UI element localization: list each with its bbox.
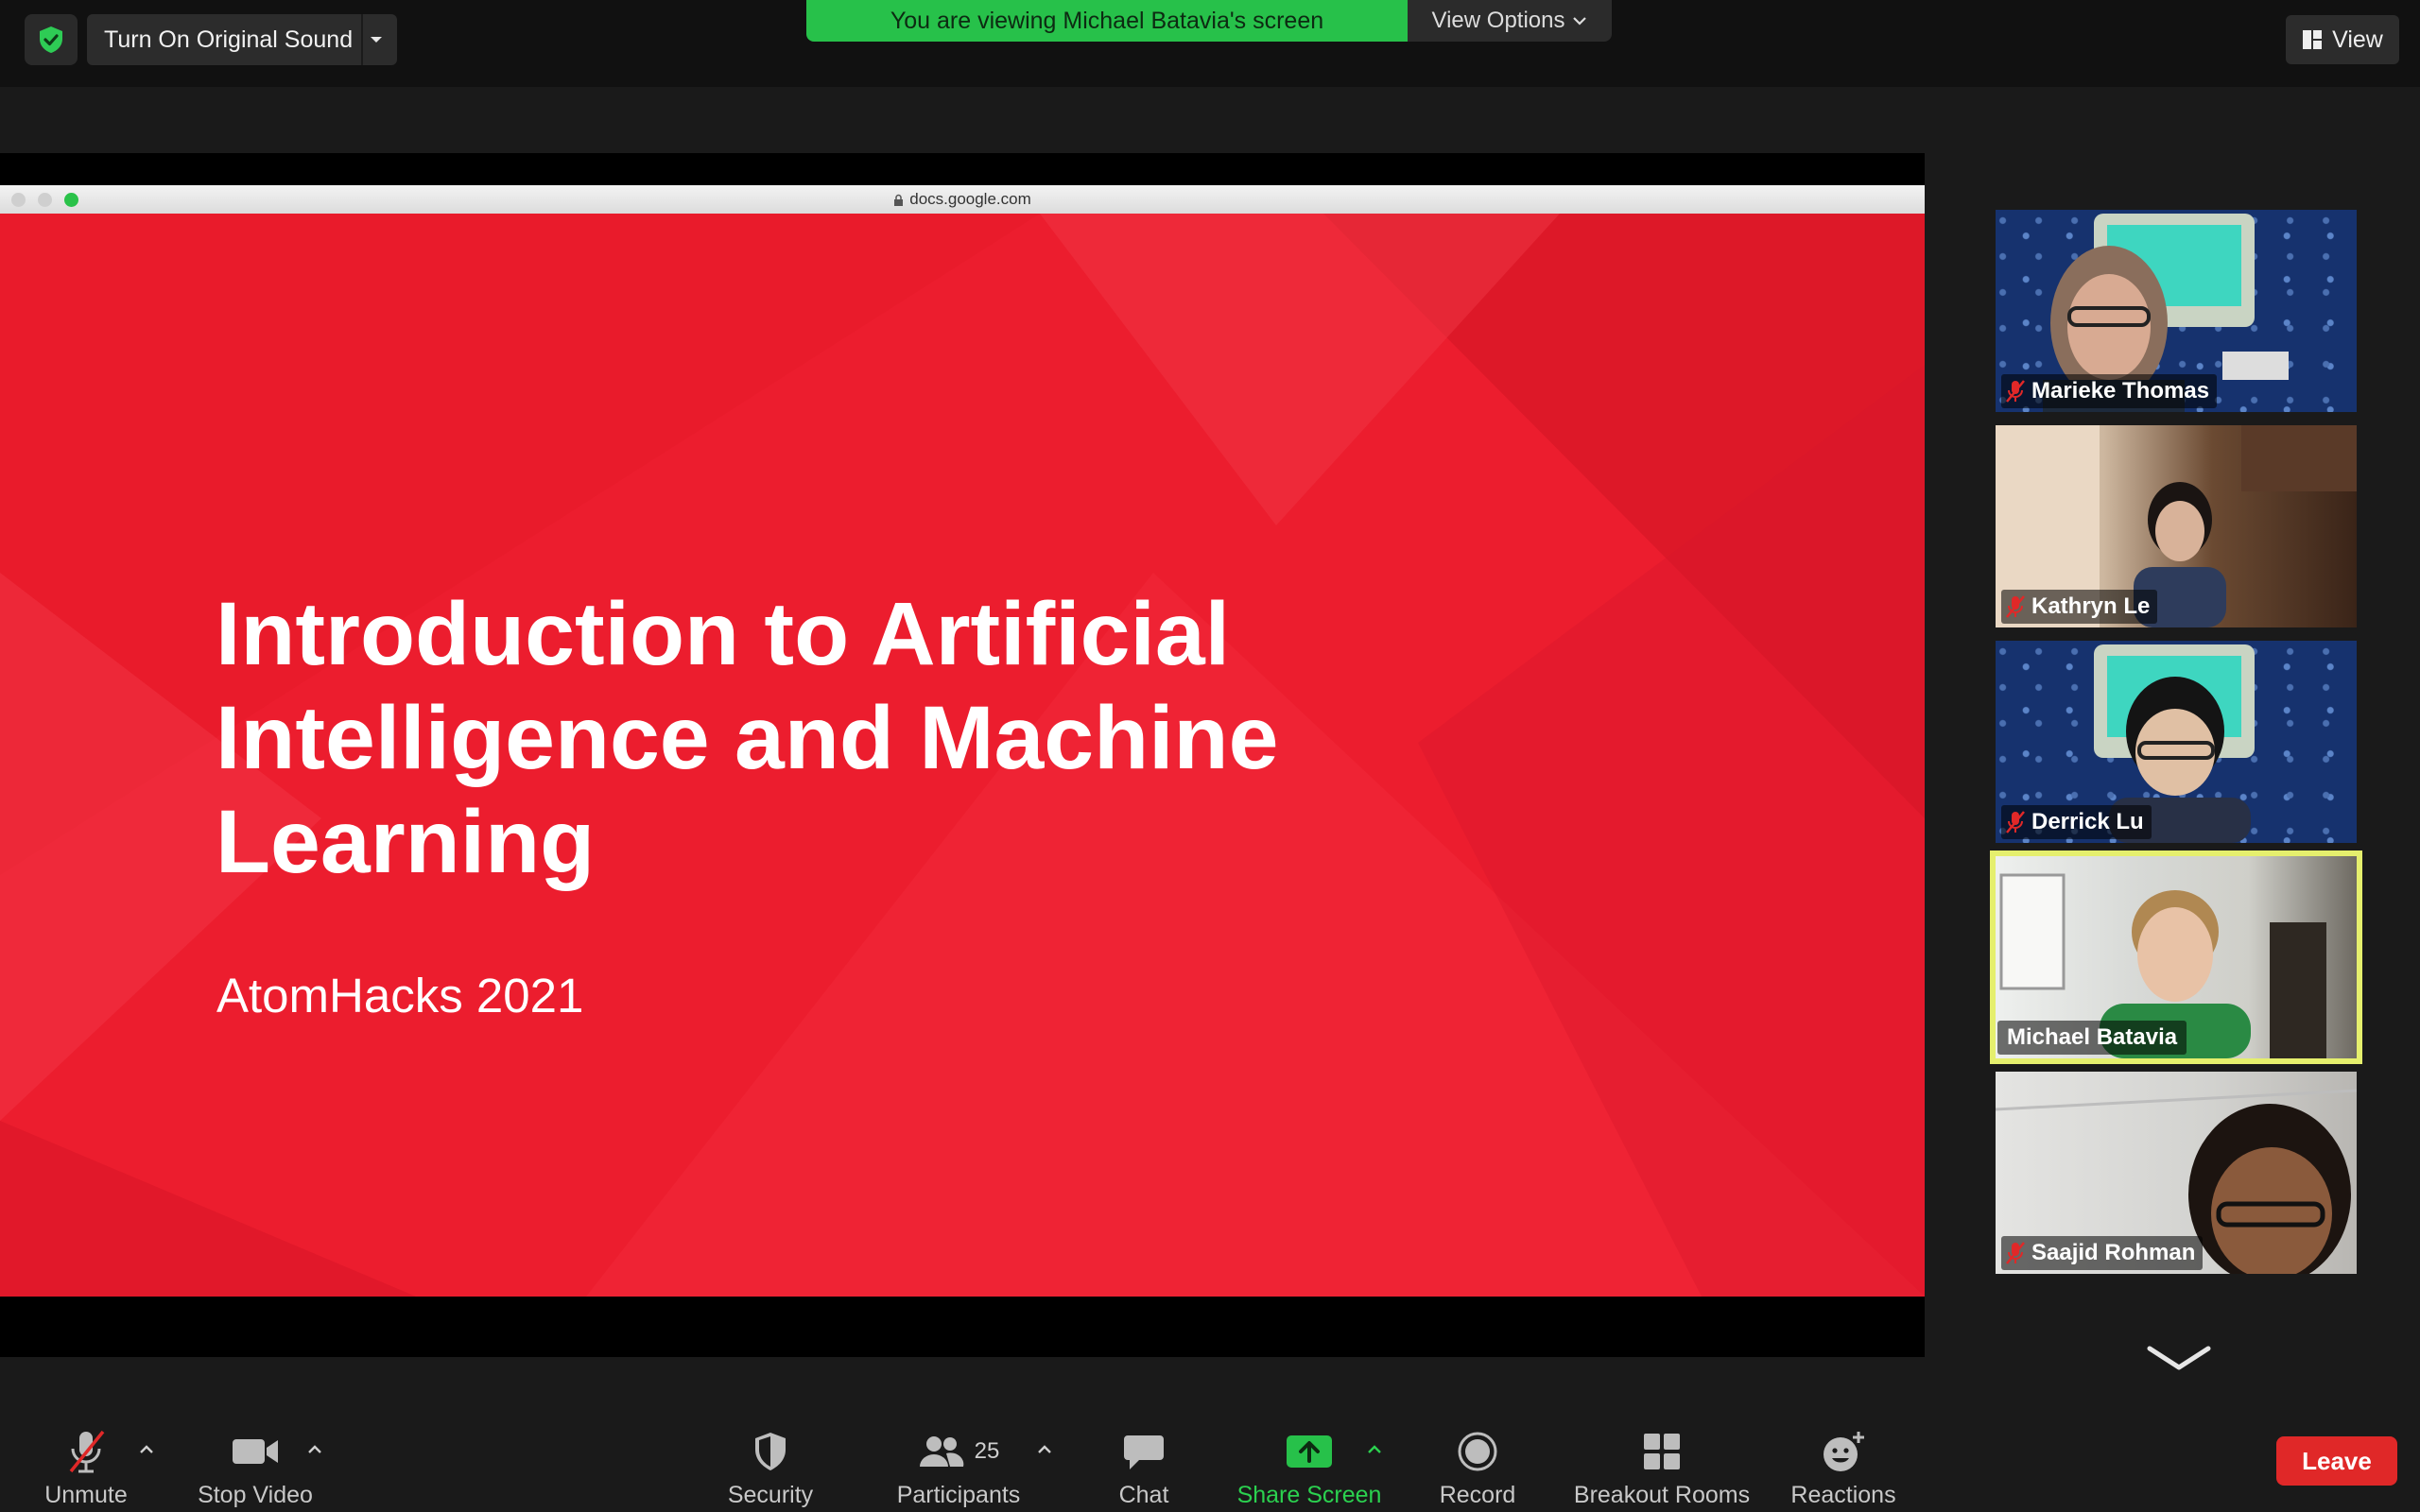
view-options-button[interactable]: View Options <box>1408 0 1612 42</box>
unmute-button[interactable]: Unmute <box>34 1410 138 1512</box>
slide-subtitle: AtomHacks 2021 <box>216 969 584 1022</box>
participant-tile[interactable]: Derrick Lu <box>1996 641 2357 843</box>
shield-icon <box>752 1425 789 1478</box>
participants-icon-group: 25 <box>918 1425 1000 1478</box>
record-icon <box>1457 1425 1498 1478</box>
shared-screen[interactable]: docs.google.com Introduction to Artifici… <box>0 153 1925 1357</box>
share-screen-label: Share Screen <box>1236 1482 1382 1508</box>
video-camera-icon <box>231 1425 280 1478</box>
security-button[interactable]: Security <box>718 1410 822 1512</box>
participant-tile[interactable]: Saajid Rohman <box>1996 1072 2357 1274</box>
share-options-chevron-icon[interactable] <box>1363 1440 1386 1459</box>
participants-label: Participants <box>896 1482 1021 1508</box>
url-text: docs.google.com <box>909 190 1031 208</box>
participant-gallery: Marieke Thomas Kathryn Le Derrick Lu Mic… <box>1925 87 2420 1410</box>
mic-muted-icon <box>2005 379 2026 404</box>
stop-video-button[interactable]: Stop Video <box>189 1410 321 1512</box>
mic-muted-icon <box>2005 1241 2026 1265</box>
mic-muted-icon <box>2005 810 2026 834</box>
reactions-button[interactable]: Reactions <box>1787 1410 1900 1512</box>
original-sound-button[interactable]: Turn On Original Sound <box>87 14 397 65</box>
lock-icon <box>894 194 904 206</box>
chevron-down-icon <box>1573 17 1587 26</box>
security-label: Security <box>727 1482 814 1508</box>
participant-name-tag: Derrick Lu <box>2001 805 2152 839</box>
participant-name: Marieke Thomas <box>2031 378 2210 404</box>
view-button[interactable]: View <box>2286 15 2399 64</box>
participant-tile-active-speaker[interactable]: Michael Batavia <box>1990 850 2362 1064</box>
view-label: View <box>2332 26 2383 53</box>
participant-name: Derrick Lu <box>2031 809 2144 834</box>
breakout-rooms-button[interactable]: Breakout Rooms <box>1564 1410 1759 1512</box>
chat-button[interactable]: Chat <box>1106 1410 1182 1512</box>
top-bar: Turn On Original Sound You are viewing M… <box>0 0 2420 87</box>
record-button[interactable]: Record <box>1427 1410 1528 1512</box>
participants-count: 25 <box>974 1438 1000 1464</box>
share-screen-icon <box>1286 1425 1333 1478</box>
shield-check-icon <box>40 26 62 53</box>
chevron-down-icon <box>2147 1346 2211 1370</box>
original-sound-label: Turn On Original Sound <box>104 26 354 53</box>
participant-name-tag: Marieke Thomas <box>2001 374 2218 408</box>
participant-tile[interactable]: Marieke Thomas <box>1996 210 2357 412</box>
grid-view-icon <box>2303 30 2323 49</box>
audio-options-chevron-icon[interactable] <box>135 1440 158 1459</box>
browser-url: docs.google.com <box>0 185 1925 214</box>
participants-button[interactable]: 25 Participants <box>889 1410 1028 1512</box>
participants-options-chevron-icon[interactable] <box>1033 1440 1056 1459</box>
breakout-rooms-icon <box>1642 1425 1682 1478</box>
video-options-chevron-icon[interactable] <box>303 1440 326 1459</box>
viewing-screen-banner: You are viewing Michael Batavia's screen <box>806 0 1408 42</box>
chevron-down-icon[interactable] <box>368 28 385 51</box>
breakout-rooms-label: Breakout Rooms <box>1573 1482 1751 1508</box>
participant-name: Michael Batavia <box>2007 1024 2178 1050</box>
participants-icon <box>919 1436 963 1467</box>
mic-muted-icon <box>2005 594 2026 619</box>
unmute-label: Unmute <box>44 1482 128 1508</box>
share-screen-button[interactable]: Share Screen <box>1234 1410 1385 1512</box>
chat-label: Chat <box>1118 1482 1169 1508</box>
record-label: Record <box>1439 1482 1516 1508</box>
scroll-down-button[interactable] <box>2141 1340 2217 1378</box>
encryption-shield-button[interactable] <box>25 14 78 65</box>
chat-icon <box>1122 1425 1166 1478</box>
divider <box>361 14 363 65</box>
slide-title: Introduction to Artificial Intelligence … <box>216 584 1279 892</box>
participant-name: Kathryn Le <box>2031 593 2151 619</box>
reactions-icon <box>1821 1425 1866 1478</box>
view-options-label: View Options <box>1431 8 1565 33</box>
mic-muted-icon <box>65 1425 107 1478</box>
leave-button[interactable]: Leave <box>2276 1436 2397 1486</box>
meeting-toolbar <box>0 1410 2420 1512</box>
browser-title-bar: docs.google.com <box>0 185 1925 214</box>
participant-name-tag: Kathryn Le <box>2001 590 2158 624</box>
stop-video-label: Stop Video <box>198 1482 313 1508</box>
participant-tile[interactable]: Kathryn Le <box>1996 425 2357 627</box>
participant-name-tag: Saajid Rohman <box>2001 1236 2204 1270</box>
participant-name-tag: Michael Batavia <box>1997 1021 2187 1055</box>
reactions-label: Reactions <box>1790 1482 1896 1508</box>
presentation-slide: Introduction to Artificial Intelligence … <box>0 214 1925 1297</box>
participant-name: Saajid Rohman <box>2031 1240 2196 1265</box>
